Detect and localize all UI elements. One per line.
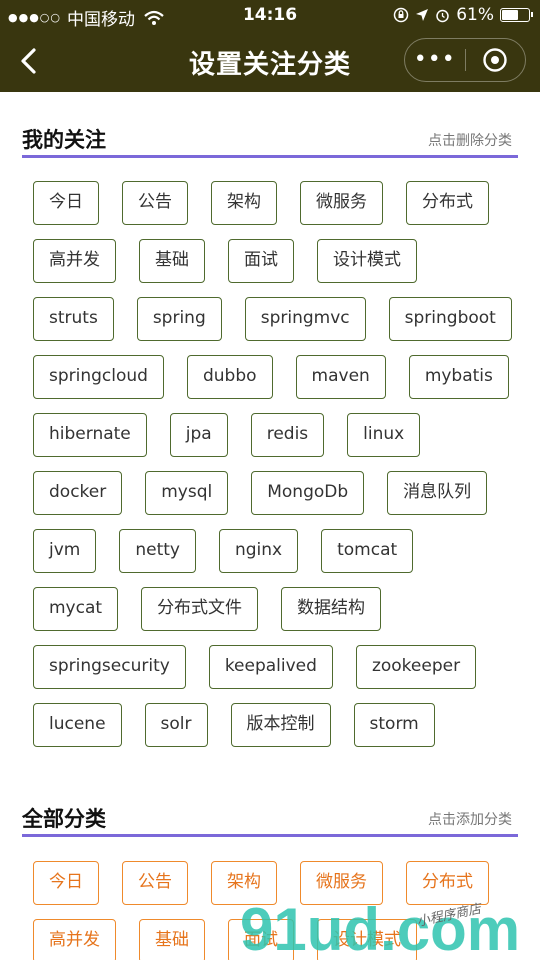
followed-tag[interactable]: 微服务 — [300, 181, 383, 225]
category-tag[interactable]: 架构 — [211, 861, 277, 905]
followed-tag[interactable]: 面试 — [228, 239, 294, 283]
category-tag[interactable]: 面试 — [228, 919, 294, 960]
my-follows-tag-list: 今日 公告 架构 微服务 分布式高并发 基础 面试 设计模式 struts spring sprin… — [33, 181, 513, 747]
followed-tag[interactable]: zookeeper — [355, 645, 477, 689]
followed-tag[interactable]: jvm — [33, 529, 97, 573]
followed-tag[interactable]: hibernate — [33, 413, 147, 457]
followed-tag[interactable]: docker — [33, 471, 123, 515]
followed-tag[interactable]: 架构 — [211, 181, 277, 225]
category-tag[interactable]: 高并发 — [33, 919, 116, 960]
followed-tag[interactable]: maven — [295, 355, 386, 399]
followed-tag[interactable]: MongoDb — [251, 471, 365, 515]
all-categories-title: 全部分类 — [22, 807, 106, 831]
delete-category-hint[interactable]: 点击删除分类 — [428, 130, 512, 150]
rotation-lock-icon — [393, 7, 409, 23]
followed-tag[interactable]: mysql — [145, 471, 229, 515]
more-dots-icon: ••• — [413, 47, 456, 72]
followed-tag[interactable]: solr — [144, 703, 208, 747]
followed-tag[interactable]: 版本控制 — [230, 703, 331, 747]
category-tag[interactable]: 基础 — [139, 919, 205, 960]
all-categories-tag-list: 今日 公告 架构 微服务 分布式高并发 基础 面试 设计模式 — [33, 861, 513, 960]
battery-icon — [500, 8, 533, 22]
followed-tag[interactable]: 高并发 — [33, 239, 116, 283]
followed-tag[interactable]: 公告 — [122, 181, 188, 225]
followed-tag[interactable]: lucene — [33, 703, 122, 747]
followed-tag[interactable]: 分布式文件 — [141, 587, 259, 631]
category-tag[interactable]: 今日 — [33, 861, 99, 905]
status-bar: ●●●○○ 中国移动 14:16 61% — [0, 0, 540, 30]
category-tag[interactable]: 微服务 — [300, 861, 383, 905]
location-arrow-icon — [416, 9, 429, 21]
followed-tag[interactable]: storm — [353, 703, 435, 747]
battery-percent: 61% — [456, 5, 494, 25]
navigation-bar: 设置关注分类 ••• — [0, 30, 540, 92]
followed-tag[interactable]: springsecurity — [33, 645, 186, 689]
my-follows-title: 我的关注 — [22, 128, 106, 152]
all-categories-header: 全部分类 点击添加分类 — [22, 801, 518, 837]
followed-tag[interactable]: 基础 — [139, 239, 205, 283]
mini-program-capsule: ••• — [404, 38, 526, 82]
followed-tag[interactable]: spring — [136, 297, 222, 341]
followed-tag[interactable]: struts — [33, 297, 114, 341]
close-button[interactable] — [465, 47, 525, 73]
category-tag[interactable]: 分布式 — [406, 861, 489, 905]
followed-tag[interactable]: 设计模式 — [317, 239, 417, 283]
category-tag[interactable]: 公告 — [122, 861, 188, 905]
followed-tag[interactable]: tomcat — [321, 529, 414, 573]
followed-tag[interactable]: dubbo — [186, 355, 273, 399]
my-follows-header: 我的关注 点击删除分类 — [22, 122, 518, 158]
add-category-hint[interactable]: 点击添加分类 — [428, 809, 512, 829]
more-button[interactable]: ••• — [405, 38, 465, 82]
alarm-icon — [436, 9, 449, 22]
followed-tag[interactable]: 今日 — [33, 181, 99, 225]
category-tag[interactable]: 设计模式 — [317, 919, 417, 960]
followed-tag[interactable]: 分布式 — [406, 181, 489, 225]
followed-tag[interactable]: netty — [119, 529, 196, 573]
followed-tag[interactable]: redis — [250, 413, 325, 457]
followed-tag[interactable]: 消息队列 — [387, 471, 488, 515]
followed-tag[interactable]: springboot — [388, 297, 512, 341]
followed-tag[interactable]: mycat — [33, 587, 119, 631]
followed-tag[interactable]: springmvc — [244, 297, 366, 341]
followed-tag[interactable]: mybatis — [408, 355, 509, 399]
followed-tag[interactable]: nginx — [218, 529, 299, 573]
followed-tag[interactable]: keepalived — [208, 645, 333, 689]
followed-tag[interactable]: linux — [347, 413, 421, 457]
mini-program-close-icon — [483, 48, 507, 72]
followed-tag[interactable]: springcloud — [33, 355, 164, 399]
followed-tag[interactable]: jpa — [169, 413, 228, 457]
followed-tag[interactable]: 数据结构 — [281, 587, 382, 631]
